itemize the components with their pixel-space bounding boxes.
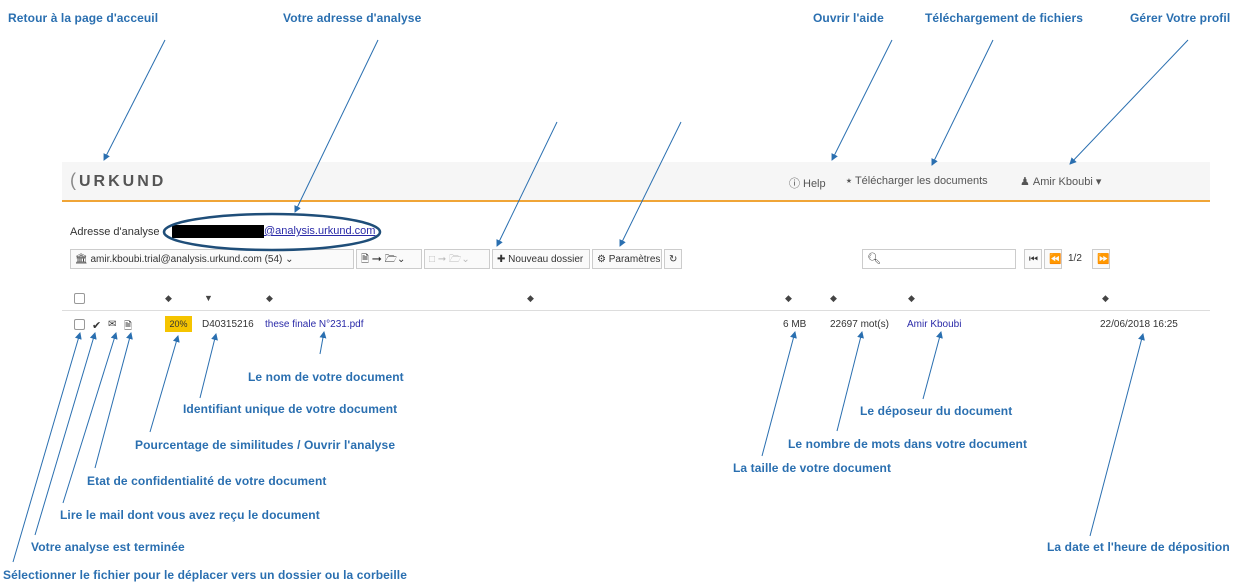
chevron-down-icon: ⌄: [285, 254, 294, 265]
prev-page-button[interactable]: ⏪: [1044, 249, 1062, 269]
user-icon: ♟: [1020, 176, 1030, 188]
settings-button[interactable]: ⚙ Paramètres: [592, 249, 662, 269]
anno-size: La taille de votre document: [733, 461, 892, 475]
refresh-icon: ↻: [669, 254, 678, 265]
sort-words-icon[interactable]: ◆: [830, 293, 837, 304]
move-to-folder-button[interactable]: 🗎 ➞ 🗁⌄: [356, 249, 422, 269]
row-select-checkbox[interactable]: [74, 319, 85, 333]
upload-link[interactable]: ⭑ Télécharger les documents: [846, 175, 988, 188]
anno-address: Votre adresse d'analyse: [283, 11, 422, 25]
logo[interactable]: (URKUND: [70, 170, 166, 191]
upload-date: 22/06/2018 16:25: [1100, 319, 1178, 330]
search-icon: 🔍︎: [867, 253, 881, 265]
document-name-link[interactable]: these finale N°231.pdf: [265, 319, 364, 330]
mailbox-label: amir.kboubi.trial@analysis.urkund.com (5…: [90, 254, 283, 265]
sort-date-icon[interactable]: ◆: [1102, 293, 1109, 304]
user-menu[interactable]: ♟ Amir Kboubi ▾: [1020, 175, 1101, 188]
document-id: D40315216: [202, 319, 254, 330]
anno-doc-name: Le nom de votre document: [248, 370, 404, 384]
move-file-icon: 🗎 ➞ 🗁⌄: [361, 254, 406, 265]
word-count: 22697 mot(s): [830, 319, 889, 330]
document-size: 6 MB: [783, 319, 807, 330]
sort-id-icon[interactable]: ▼: [204, 293, 213, 303]
address-domain[interactable]: @analysis.urkund.com: [264, 225, 375, 237]
info-icon: ⓘ: [789, 178, 800, 190]
document-icon: 🗎: [124, 321, 133, 332]
prev-page-icon: ⏪: [1049, 254, 1062, 265]
header-divider: [62, 310, 1210, 311]
anno-confidentiality: Etat de confidentialité de votre documen…: [87, 474, 327, 488]
settings-label: Paramètres: [608, 254, 661, 265]
new-folder-button[interactable]: ✚ Nouveau dossier: [492, 249, 590, 269]
uploader-link[interactable]: Amir Kboubi: [907, 319, 961, 330]
help-label: Help: [803, 178, 826, 190]
address-label: Adresse d'analyse :: [70, 226, 166, 238]
first-page-button[interactable]: ⏮: [1024, 249, 1042, 269]
bank-icon: 🏛: [75, 254, 88, 265]
move-folder-button[interactable]: □ ➞ 🗁⌄: [424, 249, 490, 269]
sort-similarity-icon[interactable]: ◆: [165, 293, 172, 304]
sort-name-icon[interactable]: ◆: [266, 293, 273, 304]
envelope-icon[interactable]: ✉: [108, 319, 116, 330]
toolbar: 🏛 amir.kboubi.trial@analysis.urkund.com …: [62, 249, 1210, 271]
next-page-button[interactable]: ⏩: [1092, 249, 1110, 269]
first-page-icon: ⏮: [1029, 254, 1038, 265]
anno-profile: Gérer Votre profil: [1130, 11, 1231, 25]
sort-extra-icon[interactable]: ◆: [527, 293, 534, 304]
anno-home: Retour à la page d'acceuil: [8, 11, 159, 25]
address-redaction: [172, 225, 264, 238]
refresh-button[interactable]: ↻: [664, 249, 682, 269]
anno-uploader: Le déposeur du document: [860, 404, 1013, 418]
caret-down-icon: ▾: [1095, 176, 1102, 188]
anno-done: Votre analyse est terminée: [31, 540, 185, 554]
new-folder-label: Nouveau dossier: [508, 254, 584, 265]
search-input[interactable]: 🔍︎: [862, 249, 1016, 269]
page-indicator: 1/2: [1068, 253, 1082, 264]
similarity-badge[interactable]: 20%: [165, 316, 192, 332]
anno-mail: Lire le mail dont vous avez reçu le docu…: [60, 508, 320, 522]
select-all-checkbox[interactable]: [74, 293, 85, 306]
move-folder-icon: □ ➞ 🗁⌄: [429, 254, 470, 265]
checkmark-icon: ✔: [92, 320, 102, 332]
logo-text: URKUND: [79, 173, 167, 190]
plus-icon: ✚: [497, 254, 506, 265]
gear-icon: ⚙: [597, 254, 606, 265]
help-link[interactable]: ⓘ Help: [789, 175, 826, 191]
sort-uploader-icon[interactable]: ◆: [908, 293, 915, 304]
next-page-icon: ⏩: [1097, 254, 1110, 265]
user-label: Amir Kboubi: [1032, 176, 1093, 188]
navbar: (URKUND ⓘ Help ⭑ Télécharger les documents…: [62, 162, 1210, 202]
anno-select: Sélectionner le fichier pour le déplacer…: [3, 568, 408, 582]
anno-help: Ouvrir l'aide: [813, 11, 884, 25]
sort-size-icon[interactable]: ◆: [785, 293, 792, 304]
mailbox-select[interactable]: 🏛 amir.kboubi.trial@analysis.urkund.com …: [70, 249, 354, 269]
upload-label: Télécharger les documents: [854, 175, 988, 187]
urkund-app: (URKUND ⓘ Help ⭑ Télécharger les documents…: [62, 162, 1210, 352]
anno-upload: Téléchargement de fichiers: [925, 11, 1083, 25]
anno-similarity: Pourcentage de similitudes / Ouvrir l'an…: [135, 438, 396, 452]
anno-word-count: Le nombre de mots dans votre document: [788, 437, 1028, 451]
anno-datetime: La date et l'heure de déposition: [1047, 540, 1230, 554]
upload-icon: ⭑: [846, 175, 852, 187]
anno-doc-id: Identifiant unique de votre document: [183, 402, 398, 416]
